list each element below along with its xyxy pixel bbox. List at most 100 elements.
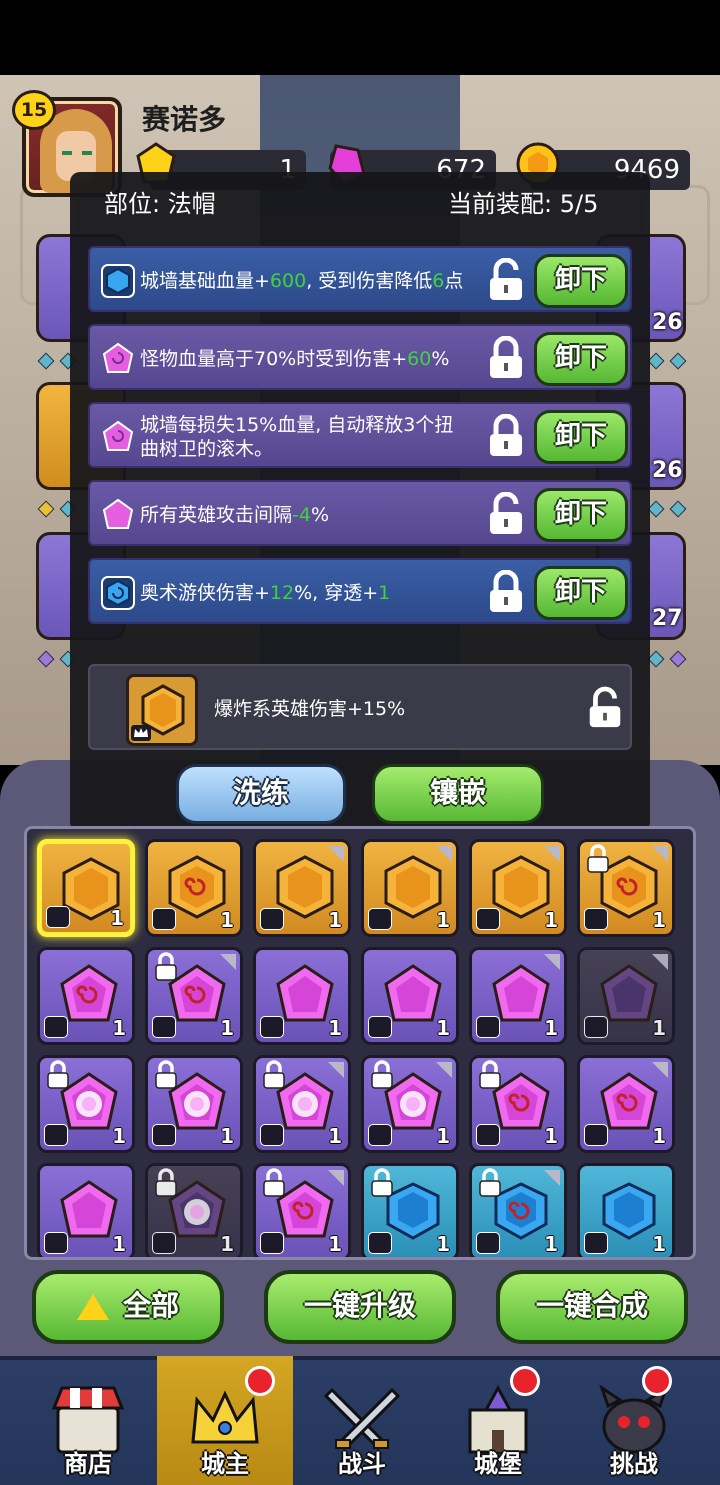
staff-icon xyxy=(368,1016,392,1038)
nav-shop[interactable]: 商店 xyxy=(20,1356,156,1485)
affix-value: 1 xyxy=(378,582,391,604)
gem-cell[interactable]: 1 xyxy=(469,947,567,1045)
gem-cell[interactable]: 1 xyxy=(361,839,459,937)
new-corner-mark xyxy=(652,954,668,970)
affix-text: 点 xyxy=(444,270,464,292)
gem-cell[interactable]: 1 xyxy=(253,839,351,937)
hero-level: 27 xyxy=(652,606,683,631)
special-gem-row: 爆炸系英雄伤害+15% xyxy=(88,664,632,750)
lock-icon xyxy=(155,952,177,981)
gem-cell[interactable]: 1 xyxy=(469,839,567,937)
new-corner-mark xyxy=(652,846,668,862)
gem-cell[interactable]: 1 xyxy=(37,839,135,937)
merge-all-button[interactable]: 一键合成 xyxy=(496,1270,688,1344)
gem-cell[interactable]: 1 xyxy=(577,1055,675,1153)
gem-count: 1 xyxy=(328,1124,342,1148)
affix-text: 奥术游侠伤害+ xyxy=(140,582,270,604)
lock-icon[interactable] xyxy=(484,570,528,616)
upgrade-all-button[interactable]: 一键升级 xyxy=(264,1270,456,1344)
nav-lord[interactable]: 城主 xyxy=(157,1356,293,1485)
gold-gem-slot[interactable] xyxy=(126,674,198,746)
gem-cell[interactable]: 1 xyxy=(37,1163,135,1257)
lock-icon xyxy=(263,1060,285,1089)
gem-cell[interactable]: 1 xyxy=(37,1055,135,1153)
unlock-icon[interactable] xyxy=(584,686,626,732)
lock-icon xyxy=(155,1060,177,1089)
nav-shop-label: 商店 xyxy=(64,1450,112,1478)
gem-count: 1 xyxy=(220,1124,234,1148)
staff-icon xyxy=(44,1124,68,1146)
unload-button[interactable]: 卸下 xyxy=(534,332,628,386)
nav-lord-label: 城主 xyxy=(201,1450,249,1478)
lock-icon[interactable] xyxy=(484,414,528,460)
ring-icon xyxy=(584,1124,608,1146)
unlock-icon[interactable] xyxy=(484,492,528,538)
gem-cell[interactable]: 1 xyxy=(469,1055,567,1153)
purple-swirl-gem-icon xyxy=(102,420,134,451)
staff-icon xyxy=(476,1124,500,1146)
special-gem-text: 爆炸系英雄伤害+15% xyxy=(214,698,406,720)
gem-cell[interactable]: 1 xyxy=(253,1163,351,1257)
lock-icon xyxy=(479,1168,501,1197)
gem-count: 1 xyxy=(436,908,450,932)
new-corner-mark xyxy=(544,846,560,862)
nav-castle-label: 城堡 xyxy=(474,1450,522,1478)
gem-cell[interactable]: 1 xyxy=(145,947,243,1045)
gem-cell[interactable]: 1 xyxy=(577,1163,675,1257)
gem-count: 1 xyxy=(112,1016,126,1040)
gem-cell[interactable]: 1 xyxy=(361,1163,459,1257)
nav-battle-label: 战斗 xyxy=(338,1450,386,1478)
affix-value: -4 xyxy=(292,504,311,526)
bow-icon xyxy=(584,908,608,930)
new-corner-mark xyxy=(544,954,560,970)
affix-row: 城墙基础血量+600, 受到伤害降低6点 卸下 xyxy=(88,246,632,312)
new-corner-mark xyxy=(544,1170,560,1186)
unload-button[interactable]: 卸下 xyxy=(534,566,628,620)
gem-cell[interactable]: 1 xyxy=(577,947,675,1045)
ring-icon xyxy=(152,1232,176,1254)
affix-text: 怪物血量高于70%时受到伤害+ xyxy=(140,348,408,370)
bow-icon xyxy=(476,908,500,930)
gem-count: 1 xyxy=(652,908,666,932)
affix-row: 奥术游侠伤害+12%, 穿透+1 卸下 xyxy=(88,558,632,624)
star-row xyxy=(647,500,694,518)
nav-battle[interactable]: 战斗 xyxy=(294,1356,430,1485)
nav-castle[interactable]: 城堡 xyxy=(430,1356,566,1485)
affix-value: 6 xyxy=(432,270,445,292)
gem-cell[interactable]: 1 xyxy=(361,947,459,1045)
gem-cell[interactable]: 1 xyxy=(577,839,675,937)
lock-icon xyxy=(155,1168,177,1197)
affix-text: , 受到伤害降低 xyxy=(306,270,433,292)
crown-icon xyxy=(44,1016,68,1038)
gem-cell[interactable]: 1 xyxy=(145,839,243,937)
purple-gem-icon xyxy=(102,498,134,529)
new-corner-mark xyxy=(220,954,236,970)
affix-text: % xyxy=(431,348,450,370)
staff-icon xyxy=(476,1016,500,1038)
crown-icon xyxy=(368,1232,392,1254)
gem-cell[interactable]: 1 xyxy=(37,947,135,1045)
player-level-badge: 15 xyxy=(12,90,56,130)
lock-icon[interactable] xyxy=(484,336,528,382)
gem-count: 1 xyxy=(544,1016,558,1040)
gem-cell[interactable]: 1 xyxy=(361,1055,459,1153)
unload-button[interactable]: 卸下 xyxy=(534,254,628,308)
affix-text: 所有英雄攻击间隔 xyxy=(140,504,293,526)
unlock-icon[interactable] xyxy=(484,258,528,304)
gem-cell[interactable]: 1 xyxy=(253,947,351,1045)
refine-button[interactable]: 洗练 xyxy=(176,764,346,824)
gem-cell[interactable]: 1 xyxy=(145,1163,243,1257)
gem-cell[interactable]: 1 xyxy=(145,1055,243,1153)
gem-count: 1 xyxy=(220,908,234,932)
new-corner-mark xyxy=(328,1170,344,1186)
gem-count: 1 xyxy=(544,908,558,932)
unload-button[interactable]: 卸下 xyxy=(534,488,628,542)
gem-cell[interactable]: 1 xyxy=(469,1163,567,1257)
inlay-button[interactable]: 镶嵌 xyxy=(372,764,544,824)
ring-icon xyxy=(44,1232,68,1254)
gem-cell[interactable]: 1 xyxy=(253,1055,351,1153)
filter-all-button[interactable]: 全部 xyxy=(32,1270,224,1344)
unload-button[interactable]: 卸下 xyxy=(534,410,628,464)
nav-challenge[interactable]: 挑战 xyxy=(566,1356,702,1485)
staff-icon xyxy=(584,1016,608,1038)
